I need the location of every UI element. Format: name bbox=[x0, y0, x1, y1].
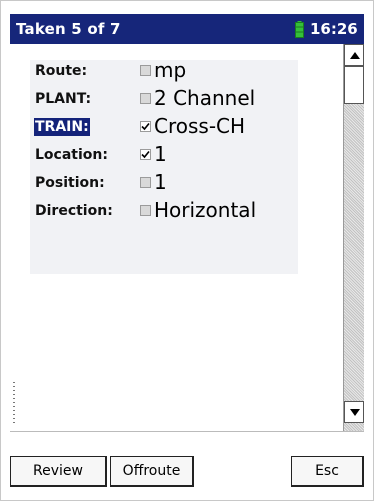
esc-button[interactable]: Esc bbox=[291, 456, 364, 487]
clock: 16:26 bbox=[310, 20, 358, 38]
title-bar: Taken 5 of 7 16:26 bbox=[10, 14, 364, 44]
field-value-position: 1 bbox=[154, 170, 167, 194]
scroll-thumb[interactable] bbox=[344, 66, 364, 104]
checkbox-position[interactable] bbox=[140, 177, 151, 188]
review-button[interactable]: Review bbox=[10, 456, 107, 487]
field-label-direction: Direction: bbox=[35, 203, 113, 219]
field-row-position: Position: 1 bbox=[30, 170, 298, 194]
field-value-location: 1 bbox=[154, 142, 167, 166]
checkbox-direction[interactable] bbox=[140, 205, 151, 216]
content-area: Route: mp PLANT: 2 Channel TRAIN: Cross-… bbox=[10, 44, 343, 431]
arrow-up-icon bbox=[350, 52, 360, 59]
checkbox-train[interactable] bbox=[140, 121, 151, 132]
vertical-scrollbar[interactable] bbox=[343, 44, 364, 431]
checkbox-route[interactable] bbox=[140, 65, 151, 76]
field-label-train: TRAIN: bbox=[34, 118, 90, 136]
dotted-separator bbox=[13, 382, 15, 424]
field-label-position: Position: bbox=[35, 175, 105, 191]
field-value-direction: Horizontal bbox=[154, 198, 257, 222]
field-label-route: Route: bbox=[35, 63, 88, 79]
battery-icon bbox=[295, 21, 304, 38]
field-value-route: mp bbox=[154, 58, 187, 82]
field-label-location: Location: bbox=[35, 147, 108, 163]
fields-panel: Route: mp PLANT: 2 Channel TRAIN: Cross-… bbox=[30, 58, 298, 274]
offroute-button[interactable]: Offroute bbox=[110, 456, 194, 487]
arrow-down-icon bbox=[350, 409, 360, 416]
field-label-plant: PLANT: bbox=[35, 91, 92, 107]
title-text: Taken 5 of 7 bbox=[16, 20, 121, 38]
field-row-location: Location: 1 bbox=[30, 142, 298, 166]
checkbox-plant[interactable] bbox=[140, 93, 151, 104]
field-row-plant: PLANT: 2 Channel bbox=[30, 86, 298, 110]
field-value-plant: 2 Channel bbox=[154, 86, 256, 110]
field-value-train: Cross-CH bbox=[154, 114, 246, 138]
scroll-down-button[interactable] bbox=[344, 401, 364, 423]
field-row-train: TRAIN: Cross-CH bbox=[30, 114, 298, 138]
checkbox-location[interactable] bbox=[140, 149, 151, 160]
bottom-toolbar: Review Offroute Esc bbox=[10, 431, 364, 489]
field-row-direction: Direction: Horizontal bbox=[30, 198, 298, 222]
scroll-up-button[interactable] bbox=[344, 44, 364, 66]
field-row-route: Route: mp bbox=[30, 58, 298, 82]
